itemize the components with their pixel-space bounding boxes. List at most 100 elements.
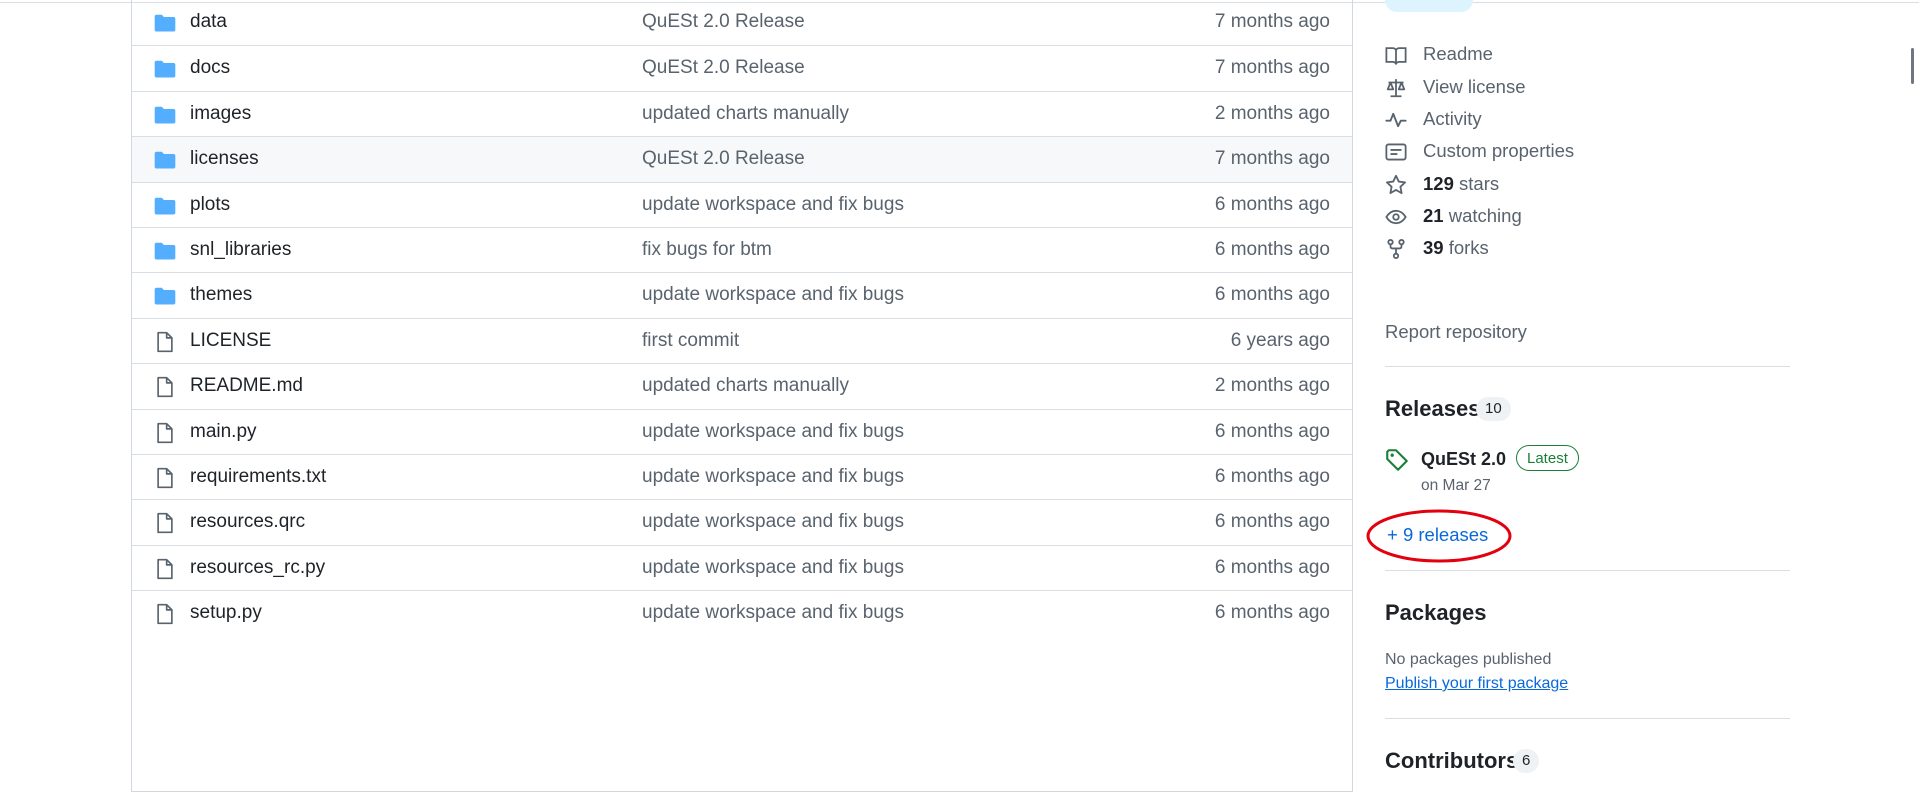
table-row[interactable]: licenses QuESt 2.0 Release 7 months ago <box>132 136 1352 183</box>
release-date: on Mar 27 <box>1421 477 1491 494</box>
folder-icon <box>154 104 176 126</box>
table-row[interactable]: data QuESt 2.0 Release 7 months ago <box>132 0 1352 46</box>
report-repository-link[interactable]: Report repository <box>1385 321 1527 343</box>
custom-properties-link[interactable]: Custom properties <box>1385 136 1765 166</box>
folder-icon <box>154 149 176 171</box>
scrollbar-thumb[interactable] <box>1911 48 1914 84</box>
file-name-link[interactable]: README.md <box>190 375 303 397</box>
table-row[interactable]: images updated charts manually 2 months … <box>132 90 1352 137</box>
table-row[interactable]: resources_rc.py update workspace and fix… <box>132 544 1352 591</box>
commit-age: 6 months ago <box>1214 511 1330 533</box>
topic-tag[interactable] <box>1385 0 1473 12</box>
commit-age: 2 months ago <box>1214 375 1330 397</box>
file-name-link[interactable]: LICENSE <box>190 330 271 352</box>
releases-heading[interactable]: Releases <box>1385 396 1480 422</box>
activity-link[interactable]: Activity <box>1385 104 1765 134</box>
table-row[interactable]: themes update workspace and fix bugs 6 m… <box>132 272 1352 318</box>
law-scale-icon <box>1385 77 1407 99</box>
forks-label: forks <box>1448 237 1489 258</box>
commit-age: 6 months ago <box>1214 239 1330 260</box>
stars-link[interactable]: 129 stars <box>1385 169 1765 199</box>
watching-count: 21 <box>1423 205 1444 226</box>
file-name-link[interactable]: docs <box>190 57 230 79</box>
folder-icon <box>154 12 176 34</box>
more-releases-link[interactable]: + 9 releases <box>1387 524 1488 546</box>
stars-label: stars <box>1459 173 1500 194</box>
table-row[interactable]: main.py update workspace and fix bugs 6 … <box>132 408 1352 455</box>
releases-count-badge: 10 <box>1476 397 1511 421</box>
commit-age: 6 months ago <box>1214 284 1330 306</box>
commit-age: 2 months ago <box>1214 102 1330 124</box>
latest-release-link[interactable]: QuESt 2.0 <box>1421 449 1506 470</box>
eye-icon <box>1385 206 1407 228</box>
repo-forked-icon <box>1385 238 1407 260</box>
file-name-link[interactable]: resources.qrc <box>190 511 305 533</box>
commit-age: 7 months ago <box>1214 11 1330 32</box>
file-name-link[interactable]: main.py <box>190 421 257 443</box>
no-packages-text: No packages published <box>1385 651 1552 668</box>
commit-message-link[interactable]: fix bugs for btm <box>642 239 772 261</box>
readme-link[interactable]: Readme <box>1385 39 1765 69</box>
note-icon <box>1385 141 1407 163</box>
book-icon <box>1385 44 1407 66</box>
commit-message-link[interactable]: update workspace and fix bugs <box>642 602 904 624</box>
file-name-link[interactable]: snl_libraries <box>190 239 291 261</box>
divider <box>1385 718 1790 719</box>
file-name-link[interactable]: images <box>190 103 251 125</box>
commit-age: 7 months ago <box>1214 57 1330 79</box>
table-row[interactable]: resources.qrc update workspace and fix b… <box>132 499 1352 545</box>
commit-message-link[interactable]: updated charts manually <box>642 103 849 125</box>
file-name-link[interactable]: licenses <box>190 148 259 170</box>
table-row[interactable]: docs QuESt 2.0 Release 7 months ago <box>132 45 1352 91</box>
commit-age: 6 years ago <box>1230 329 1330 351</box>
table-row[interactable]: snl_libraries fix bugs for btm 6 months … <box>132 227 1352 273</box>
watching-label: watching <box>1448 205 1522 226</box>
file-icon <box>154 603 176 625</box>
commit-message-link[interactable]: update workspace and fix bugs <box>642 511 904 533</box>
file-name-link[interactable]: setup.py <box>190 602 262 624</box>
folder-icon <box>154 58 176 80</box>
commit-message-link[interactable]: updated charts manually <box>642 375 849 397</box>
folder-icon <box>154 195 176 217</box>
watching-link[interactable]: 21 watching <box>1385 201 1765 231</box>
commit-age: 6 months ago <box>1214 420 1330 442</box>
commit-age: 7 months ago <box>1214 148 1330 170</box>
stars-count: 129 <box>1423 173 1454 194</box>
file-name-link[interactable]: data <box>190 11 227 33</box>
commit-age: 6 months ago <box>1214 466 1330 487</box>
table-row[interactable]: setup.py update workspace and fix bugs 6… <box>132 590 1352 636</box>
commit-message-link[interactable]: first commit <box>642 330 739 352</box>
file-name-link[interactable]: themes <box>190 284 252 306</box>
view-license-link[interactable]: View license <box>1385 72 1765 102</box>
folder-icon <box>154 240 176 262</box>
table-row[interactable]: plots update workspace and fix bugs 6 mo… <box>132 181 1352 228</box>
file-icon <box>154 422 176 444</box>
table-row[interactable]: README.md updated charts manually 2 mont… <box>132 363 1352 409</box>
commit-message-link[interactable]: update workspace and fix bugs <box>642 466 904 488</box>
repo-sidebar: Readme View license Activity Custom prop… <box>1366 0 1790 773</box>
commit-message-link[interactable]: QuESt 2.0 Release <box>642 11 805 33</box>
file-name-link[interactable]: resources_rc.py <box>190 557 325 579</box>
file-icon <box>154 558 176 580</box>
file-name-link[interactable]: requirements.txt <box>190 466 326 488</box>
commit-message-link[interactable]: update workspace and fix bugs <box>642 284 904 306</box>
commit-message-link[interactable]: update workspace and fix bugs <box>642 421 904 443</box>
commit-message-link[interactable]: QuESt 2.0 Release <box>642 57 805 79</box>
file-icon <box>154 376 176 398</box>
forks-link[interactable]: 39 forks <box>1385 233 1765 263</box>
folder-icon <box>154 285 176 307</box>
packages-heading[interactable]: Packages <box>1385 600 1487 626</box>
publish-package-link[interactable]: Publish your first package <box>1385 675 1568 693</box>
contributors-count-badge: 6 <box>1513 749 1540 773</box>
divider <box>1385 366 1790 367</box>
pulse-icon <box>1385 109 1407 131</box>
commit-message-link[interactable]: QuESt 2.0 Release <box>642 148 805 170</box>
star-icon <box>1385 174 1407 196</box>
file-name-link[interactable]: plots <box>190 194 230 216</box>
tag-icon <box>1385 448 1409 472</box>
contributors-heading[interactable]: Contributors <box>1385 748 1518 774</box>
commit-message-link[interactable]: update workspace and fix bugs <box>642 557 904 579</box>
commit-message-link[interactable]: update workspace and fix bugs <box>642 194 904 216</box>
table-row[interactable]: LICENSE first commit 6 years ago <box>132 317 1352 364</box>
table-row[interactable]: requirements.txt update workspace and fi… <box>132 454 1352 500</box>
